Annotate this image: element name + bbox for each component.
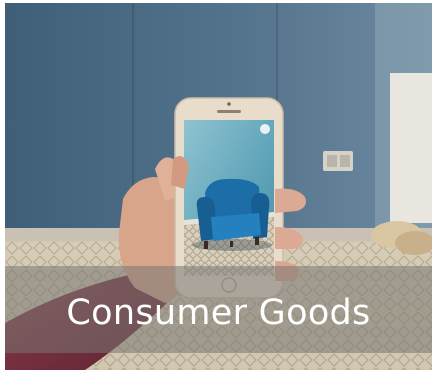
image-frame: Consumer Goods <box>5 3 432 370</box>
ar-menu-icon <box>260 124 270 134</box>
caption-bar: Consumer Goods <box>5 266 432 353</box>
white-cabinet <box>390 73 432 223</box>
caption-title: Consumer Goods <box>66 292 371 333</box>
